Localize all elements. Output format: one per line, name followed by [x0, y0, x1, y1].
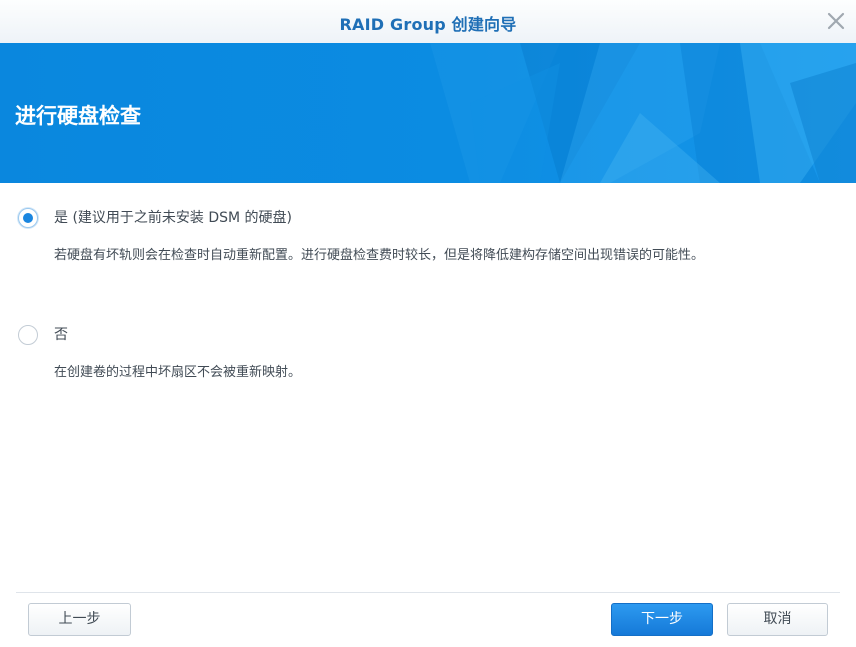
footer-divider	[16, 592, 840, 593]
cancel-button[interactable]: 取消	[727, 603, 828, 636]
header-banner: 进行硬盘检查	[0, 43, 856, 183]
option-no-radio[interactable]	[18, 325, 38, 345]
window-title: RAID Group 创建向导	[339, 15, 517, 34]
step-heading: 进行硬盘检查	[15, 104, 141, 128]
option-yes-label[interactable]: 是 (建议用于之前未安装 DSM 的硬盘)	[54, 208, 292, 228]
option-no-description: 在创建卷的过程中坏扇区不会被重新映射。	[54, 365, 302, 380]
option-yes-radio[interactable]	[18, 208, 38, 228]
previous-button[interactable]: 上一步	[28, 603, 131, 636]
close-icon[interactable]	[826, 11, 846, 31]
title-bar: RAID Group 创建向导	[0, 0, 856, 44]
option-yes-description: 若硬盘有坏轨则会在检查时自动重新配置。进行硬盘检查费时较长，但是将降低建构存储空…	[54, 248, 705, 263]
raid-group-wizard-dialog: RAID Group 创建向导 进行硬盘检查 是 (建议用于之前未安装 DSM …	[0, 0, 856, 647]
option-no-label[interactable]: 否	[54, 325, 68, 345]
next-button[interactable]: 下一步	[611, 603, 713, 636]
